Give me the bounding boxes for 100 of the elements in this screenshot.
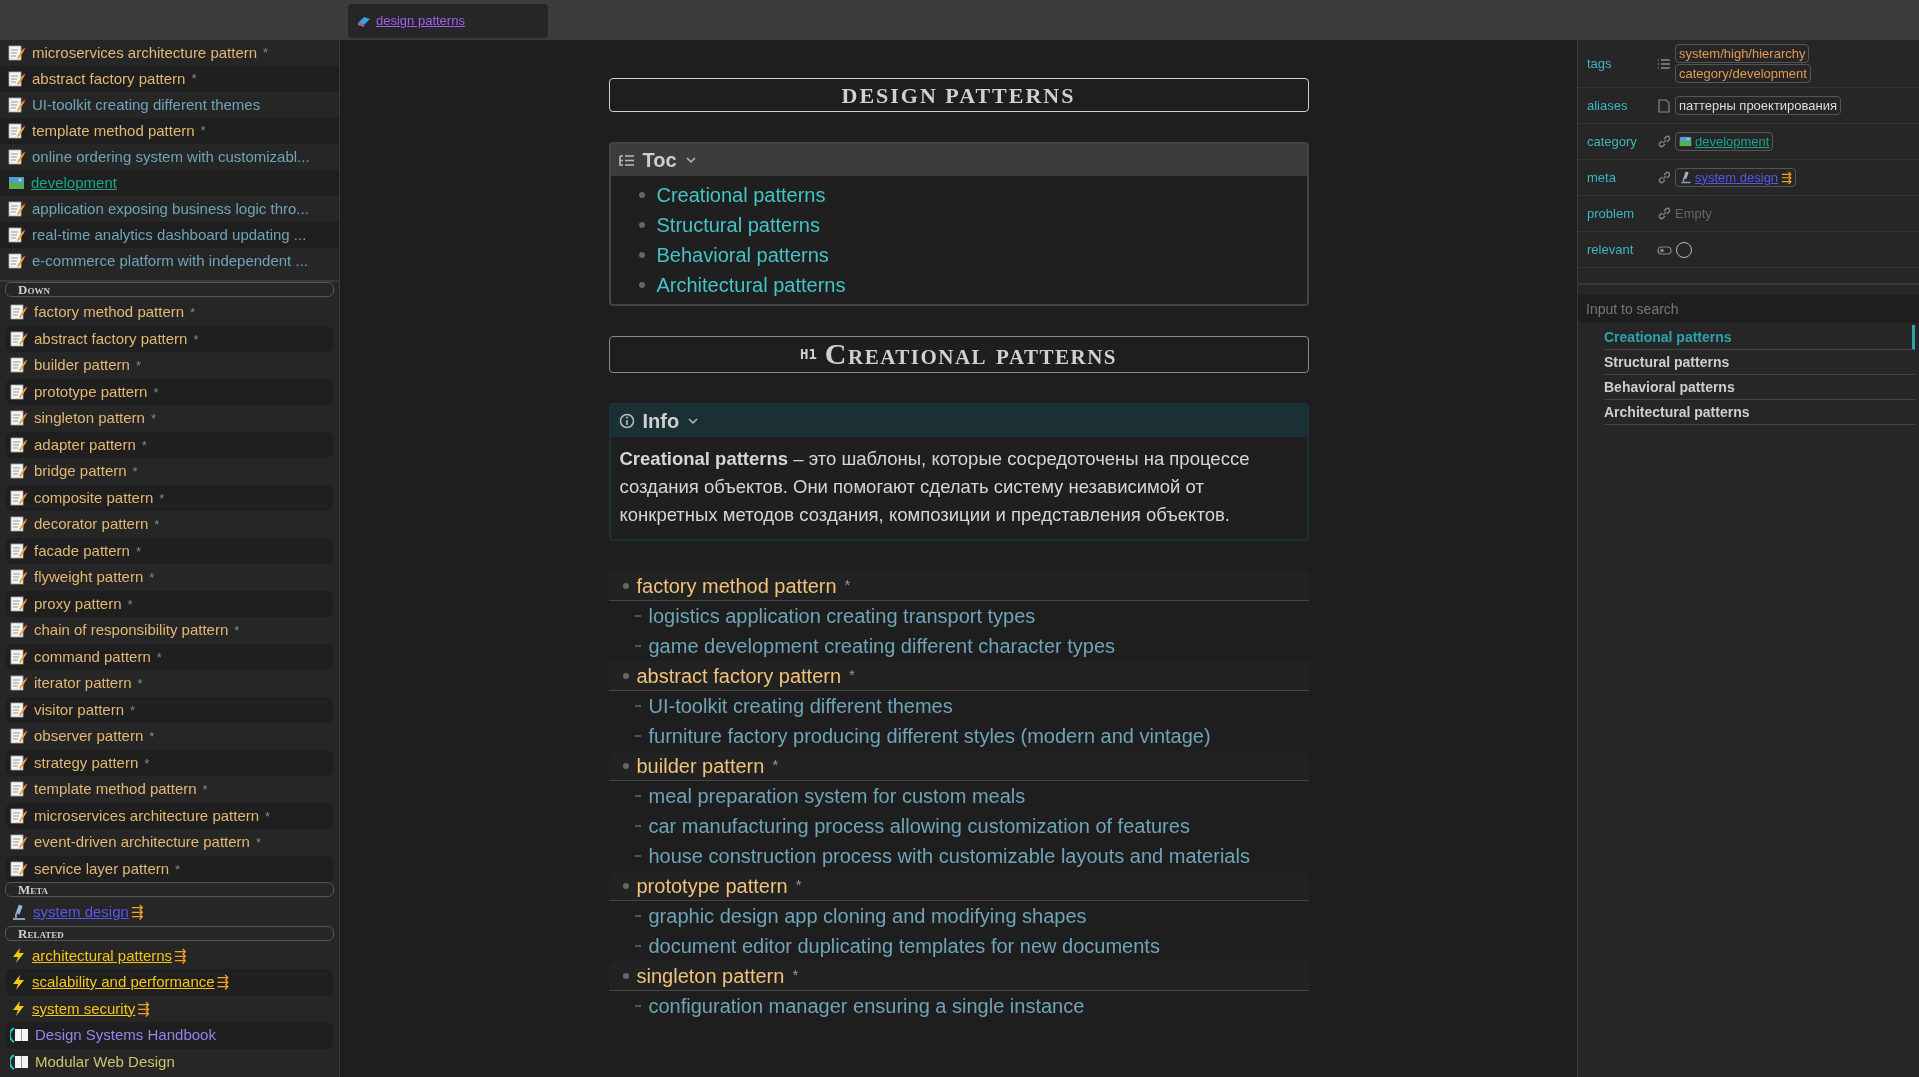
- outline-item[interactable]: Creational patterns: [1604, 325, 1915, 350]
- sidebar-item[interactable]: service layer pattern *: [6, 855, 333, 882]
- sidebar-item[interactable]: Modular Web Design: [6, 1048, 333, 1075]
- sidebar-item[interactable]: proxy pattern *: [6, 590, 333, 617]
- sidebar-item[interactable]: system security⇶: [6, 995, 333, 1022]
- tag-chip[interactable]: category/development: [1675, 64, 1811, 83]
- sidebar-item[interactable]: event-driven architecture pattern *: [6, 829, 333, 856]
- example-link[interactable]: UI-toolkit creating different themes: [648, 691, 953, 721]
- outline-item[interactable]: Architectural patterns: [1604, 400, 1915, 425]
- book-icon: [10, 1026, 29, 1045]
- link-icon: [1657, 134, 1671, 149]
- sidebar-item[interactable]: chain of responsibility pattern *: [6, 617, 333, 644]
- outline-item[interactable]: Structural patterns: [1604, 350, 1915, 375]
- sidebar-item[interactable]: prototype pattern *: [6, 378, 333, 405]
- note-icon: [10, 304, 28, 321]
- toc-link[interactable]: Architectural patterns: [656, 270, 846, 300]
- document-icon: [1657, 98, 1671, 113]
- example-link[interactable]: house construction process with customizable layouts and materials: [648, 841, 1250, 871]
- note-icon: [8, 227, 26, 243]
- chevron-down-icon: [684, 155, 697, 165]
- map-icon: [1679, 135, 1692, 148]
- sidebar-item[interactable]: iterator pattern *: [6, 670, 333, 697]
- pattern-item[interactable]: factory method pattern *: [608, 571, 1309, 601]
- sidebar-item[interactable]: architectural patterns⇶: [6, 942, 333, 969]
- sidebar-item[interactable]: scalability and performance⇶: [6, 969, 333, 996]
- sidebar-item[interactable]: visitor pattern *: [6, 696, 333, 723]
- alias-chip[interactable]: паттерны проектирования: [1675, 96, 1842, 115]
- backlink-item[interactable]: real-time analytics dashboard updating ...: [0, 222, 339, 248]
- toc-link[interactable]: Behavioral patterns: [656, 240, 829, 270]
- example-link[interactable]: graphic design app cloning and modifying shapes: [648, 901, 1087, 931]
- sidebar-item[interactable]: composite pattern *: [6, 484, 333, 511]
- sidebar-item[interactable]: flyweight pattern *: [6, 564, 333, 591]
- pattern-item[interactable]: singleton pattern *: [608, 961, 1309, 991]
- search-field[interactable]: Input to search: [1578, 295, 1919, 323]
- backlink-item[interactable]: template method pattern *: [0, 118, 339, 144]
- example-link[interactable]: furniture factory producing different styles (modern and vintage): [648, 721, 1211, 751]
- map-icon: [8, 175, 25, 191]
- sidebar-item[interactable]: decorator pattern *: [6, 511, 333, 538]
- note-icon: [10, 463, 28, 480]
- note-icon: [10, 410, 28, 427]
- note-icon: [10, 489, 28, 506]
- backlink-item[interactable]: abstract factory pattern *: [0, 66, 339, 92]
- note-icon: [8, 253, 26, 269]
- example-link[interactable]: game development creating different character types: [648, 631, 1116, 661]
- link-icon: [1657, 206, 1671, 221]
- list-icon: [618, 152, 635, 168]
- heading-text: Creational patterns: [824, 338, 1118, 370]
- tab[interactable]: design patterns: [348, 4, 548, 38]
- property-name: category: [1587, 132, 1638, 151]
- sidebar-item[interactable]: microservices architecture pattern *: [6, 802, 333, 829]
- note-icon: [10, 383, 28, 400]
- toc-link[interactable]: Creational patterns: [656, 180, 826, 210]
- pattern-item[interactable]: builder pattern *: [608, 751, 1309, 781]
- note-icon: [10, 675, 28, 692]
- outline-item[interactable]: Behavioral patterns: [1604, 375, 1915, 400]
- sidebar-item[interactable]: Design Systems Handbook: [6, 1022, 333, 1049]
- sidebar-item[interactable]: strategy pattern *: [6, 749, 333, 776]
- info-callout: Info Creational patterns – это шаблоны, которые сосредоточены на процессе создания объектов. Они помогают сделать систему независимой от конкретных методов создания, композиции и представления объектов.: [608, 403, 1309, 541]
- sidebar-item[interactable]: builder pattern *: [6, 352, 333, 379]
- backlink-item[interactable]: development: [0, 170, 339, 196]
- note-icon: [10, 330, 28, 347]
- lightning-icon: [10, 947, 26, 965]
- microscope-icon: [10, 903, 27, 921]
- sidebar-item[interactable]: bridge pattern *: [6, 458, 333, 485]
- sidebar-item[interactable]: factory method pattern *: [6, 299, 333, 326]
- sidebar-item[interactable]: command pattern *: [6, 643, 333, 670]
- example-link[interactable]: configuration manager ensuring a single instance: [648, 991, 1085, 1021]
- sidebar-item[interactable]: adapter pattern *: [6, 431, 333, 458]
- empty-value: Empty: [1675, 204, 1712, 223]
- note-title: DESIGN PATTERNS: [608, 78, 1309, 112]
- toc-panel: Toc Creational patterns Structural patterns Behavioral patterns Architectural patterns: [608, 142, 1309, 306]
- example-link[interactable]: document editor duplicating templates for new documents: [648, 931, 1160, 961]
- sidebar-item[interactable]: template method pattern *: [6, 776, 333, 803]
- section-header: Meta: [5, 882, 334, 897]
- note-icon: [10, 436, 28, 453]
- note-icon: [10, 622, 28, 639]
- note-icon: [10, 834, 28, 851]
- note-icon: [8, 149, 26, 165]
- lightning-icon: [10, 973, 26, 991]
- example-link[interactable]: logistics application creating transport types: [648, 601, 1036, 631]
- pattern-item[interactable]: abstract factory pattern *: [608, 661, 1309, 691]
- example-link[interactable]: meal preparation system for custom meals: [648, 781, 1026, 811]
- note-icon: [10, 542, 28, 559]
- sidebar-item[interactable]: observer pattern *: [6, 723, 333, 750]
- link-chip[interactable]: development: [1675, 132, 1774, 151]
- tag-chip[interactable]: system/high/hierarchy: [1675, 44, 1810, 63]
- sidebar-item[interactable]: singleton pattern *: [6, 405, 333, 432]
- heading-level: H1: [799, 345, 817, 364]
- note-icon: [10, 357, 28, 374]
- note-icon: [8, 123, 26, 139]
- sidebar-item[interactable]: facade pattern *: [6, 537, 333, 564]
- note-icon: [10, 728, 28, 745]
- sidebar-item[interactable]: system design⇶: [6, 899, 333, 926]
- sidebar-item[interactable]: abstract factory pattern *: [6, 325, 333, 352]
- tab-link[interactable]: design patterns: [376, 11, 465, 31]
- link-chip[interactable]: system design ⇶: [1675, 168, 1796, 187]
- toc-link[interactable]: Structural patterns: [656, 210, 820, 240]
- link-icon: [1657, 170, 1671, 185]
- example-link[interactable]: car manufacturing process allowing customization of features: [648, 811, 1190, 841]
- pattern-item[interactable]: prototype pattern *: [608, 871, 1309, 901]
